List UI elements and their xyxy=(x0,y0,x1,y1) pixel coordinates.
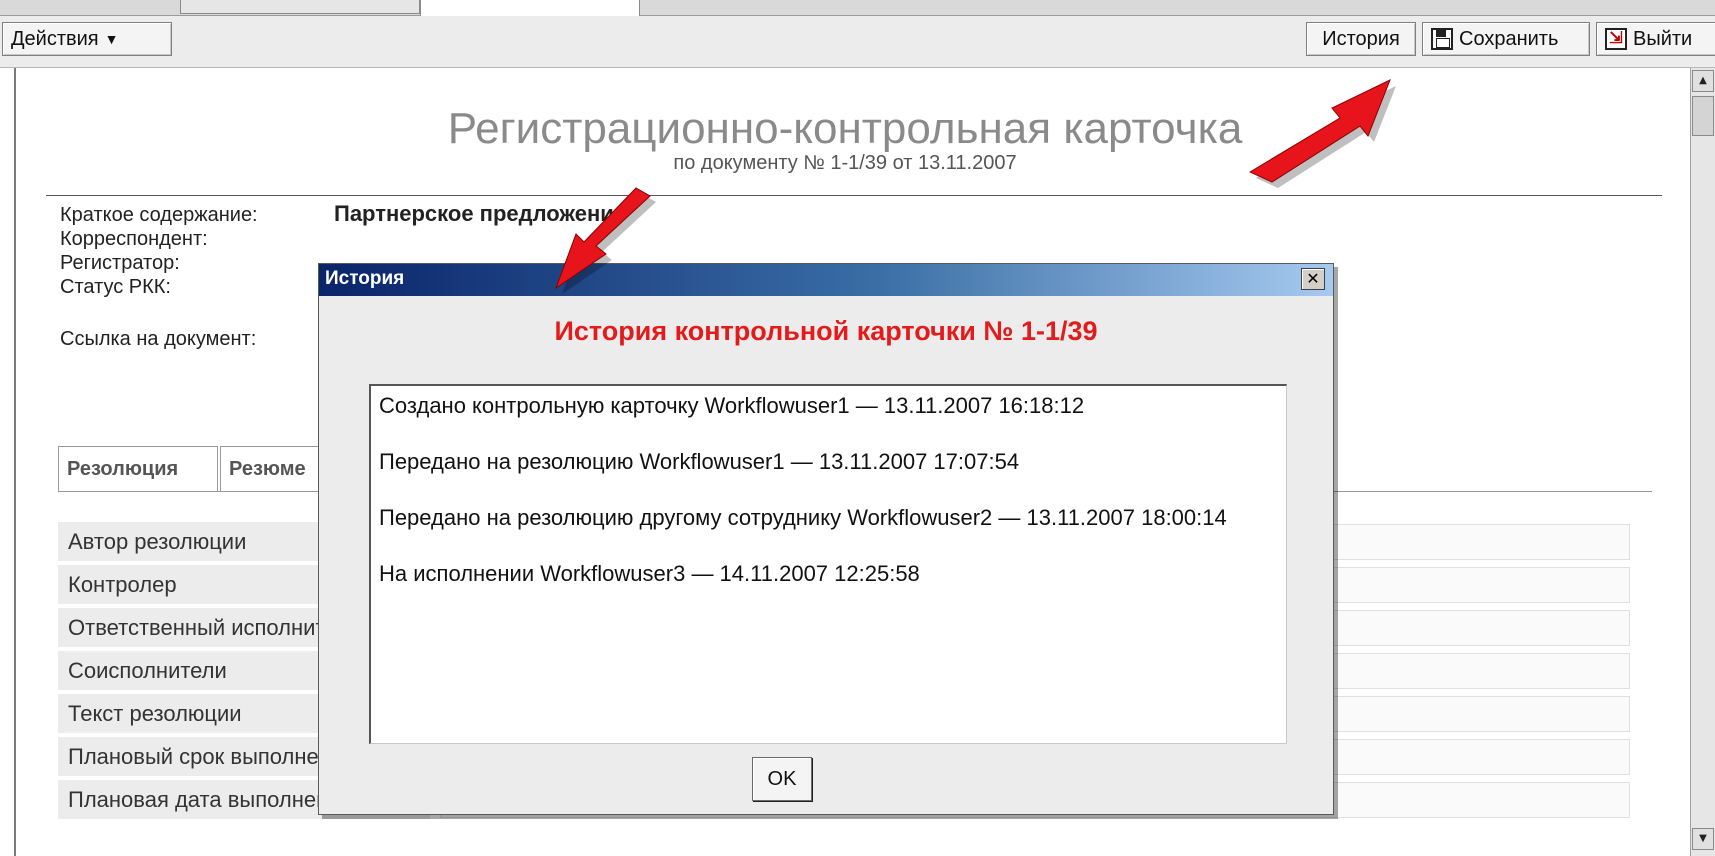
history-entry: На исполнении Workflowuser3 — 14.11.2007… xyxy=(379,561,920,586)
close-icon[interactable]: ✕ xyxy=(1301,268,1325,290)
page-title: Регистрационно-контрольная карточка xyxy=(447,104,1243,153)
doc-link-label: Ссылка на документ: xyxy=(60,328,257,350)
history-entry: Создано контрольную карточку Workflowuse… xyxy=(379,393,1085,418)
window-top-strip xyxy=(0,0,1715,16)
floppy-disk-icon xyxy=(1431,28,1453,50)
dialog-heading: История контрольной карточки № 1-1/39 xyxy=(554,316,1098,346)
save-button[interactable]: Сохранить xyxy=(1422,22,1590,56)
history-label: История xyxy=(1322,27,1400,50)
dialog-titlebar[interactable]: История ✕ xyxy=(319,264,1333,296)
page-subtitle: по документу № 1-1/39 от 13.11.2007 xyxy=(673,152,1017,174)
history-list[interactable]: Создано контрольную карточку Workflowuse… xyxy=(369,384,1287,744)
history-entry: Передано на резолюцию другому сотруднику… xyxy=(379,505,1227,530)
exit-button[interactable]: ⇲ Выйти xyxy=(1596,22,1715,56)
exit-icon: ⇲ xyxy=(1605,28,1627,50)
dialog-title: История xyxy=(325,268,405,289)
actions-menu-button[interactable]: Действия ▼ xyxy=(2,22,172,56)
browser-tab-active[interactable] xyxy=(420,0,640,16)
registrar-label: Регистратор: xyxy=(60,252,180,274)
browser-tab[interactable] xyxy=(180,0,420,14)
summary-label: Краткое содержание: xyxy=(60,204,258,226)
save-label: Сохранить xyxy=(1459,27,1559,50)
ok-button[interactable]: OK xyxy=(752,757,812,801)
history-dialog: История ✕ История контрольной карточки №… xyxy=(318,263,1334,815)
tab-resolution[interactable]: Резолюция xyxy=(58,446,218,492)
scroll-down-arrow-icon[interactable]: ▼ xyxy=(1692,828,1714,850)
scroll-up-arrow-icon[interactable]: ▲ xyxy=(1692,70,1714,92)
history-button[interactable]: История xyxy=(1306,22,1416,56)
caret-down-icon: ▼ xyxy=(104,31,119,47)
history-entry: Передано на резолюцию Workflowuser1 — 13… xyxy=(379,449,1020,474)
red-arrow-icon xyxy=(1248,78,1396,188)
correspondent-label: Корреспондент: xyxy=(60,228,208,250)
header-divider xyxy=(46,195,1662,196)
toolbar: Действия ▼ История Сохранить ⇲ Выйти xyxy=(0,16,1715,68)
left-frame-border xyxy=(14,68,16,856)
scroll-thumb[interactable] xyxy=(1692,96,1714,136)
vertical-scrollbar[interactable]: ▲ ▼ xyxy=(1690,68,1715,856)
red-arrow-icon xyxy=(554,187,656,294)
status-label: Статус РКК: xyxy=(60,276,171,298)
exit-label: Выйти xyxy=(1633,27,1693,50)
actions-label: Действия xyxy=(11,27,99,50)
